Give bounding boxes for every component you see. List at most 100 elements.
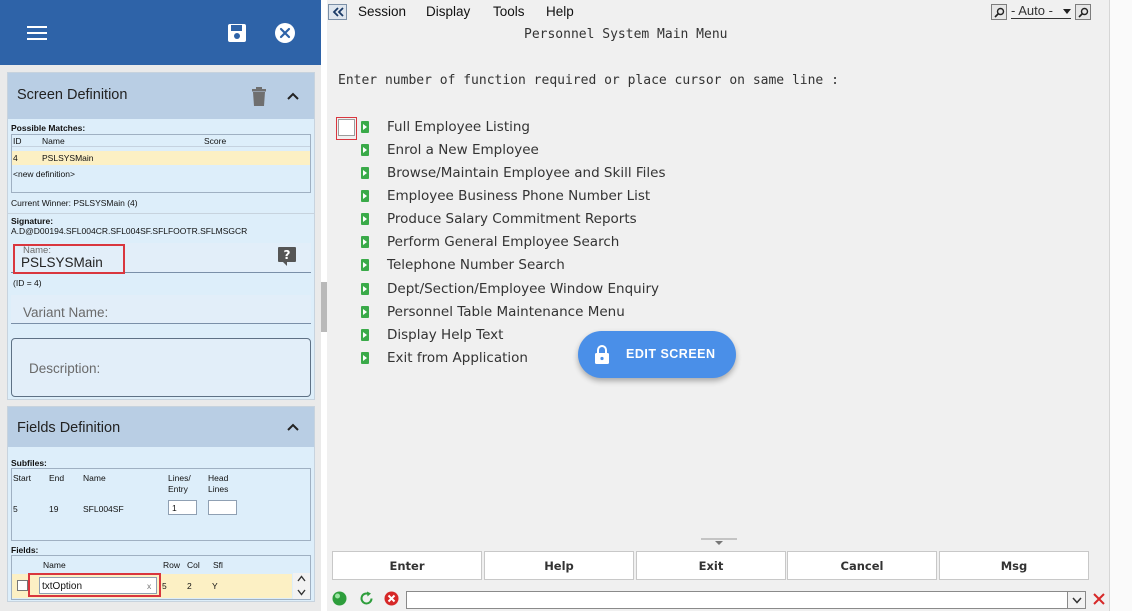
- variant-name-field[interactable]: Variant Name:: [11, 295, 311, 324]
- possible-matches-grid: ID Name Score 4 PSLSYSMain <new definiti…: [11, 134, 311, 193]
- new-definition-row[interactable]: <new definition>: [13, 169, 75, 179]
- description-field[interactable]: Description:: [11, 338, 311, 397]
- col-score: Score: [204, 136, 227, 146]
- zoom-out-icon[interactable]: [991, 4, 1007, 20]
- field-row-checkbox[interactable]: [17, 580, 28, 591]
- head-lines-input[interactable]: [208, 500, 237, 515]
- zoom-select[interactable]: - Auto -: [1011, 3, 1071, 19]
- signature-value: A.D@D00194.SFL004CR.SFL004SF.SFLFOOTR.SF…: [11, 226, 248, 236]
- col-lines-1: Lines/: [168, 473, 191, 483]
- zoom-in-icon[interactable]: [1075, 4, 1091, 20]
- chevron-up-icon[interactable]: [285, 419, 301, 435]
- fields-definition-card: Fields Definition Subfiles: Start End Na…: [7, 406, 315, 602]
- arrow-right-icon: [361, 190, 369, 202]
- screen-definition-card: Screen Definition Possible Matches: ID N…: [7, 72, 315, 400]
- help-key-button[interactable]: Help: [484, 551, 634, 580]
- chevron-up-icon[interactable]: [285, 88, 301, 104]
- subfile-end: 19: [49, 504, 59, 514]
- exit-key-button[interactable]: Exit: [636, 551, 786, 580]
- field-name-highlight-outline: [28, 573, 161, 597]
- subfile-start: 5: [13, 504, 18, 514]
- cancel-key-button[interactable]: Cancel: [787, 551, 937, 580]
- arrow-right-icon: [361, 306, 369, 318]
- fields-definition-title: Fields Definition: [17, 420, 121, 436]
- menu-option-label: Dept/Section/Employee Window Enquiry: [387, 281, 659, 297]
- match-row[interactable]: 4 PSLSYSMain: [12, 151, 310, 165]
- arrow-right-icon: [361, 236, 369, 248]
- command-dropdown-button[interactable]: [1067, 592, 1085, 608]
- menu-option-label: Browse/Maintain Employee and Skill Files: [387, 165, 666, 181]
- right-scroll-strip: [1109, 0, 1132, 611]
- fields-label: Fields:: [11, 545, 39, 555]
- edit-screen-label: EDIT SCREEN: [626, 347, 716, 361]
- menu-tools[interactable]: Tools: [493, 4, 525, 19]
- scroll-down-icon[interactable]: [297, 589, 306, 596]
- collapse-panel-button[interactable]: [328, 4, 347, 20]
- menu-option-label: Produce Salary Commitment Reports: [387, 211, 637, 227]
- help-question-icon[interactable]: ?: [277, 246, 297, 266]
- fields-col-row: Row: [163, 560, 181, 570]
- menu-option-label: Enrol a New Employee: [387, 142, 539, 158]
- msg-key-button[interactable]: Msg: [939, 551, 1089, 580]
- col-head-2: Lines: [208, 484, 229, 494]
- col-name: Name: [83, 473, 106, 483]
- screen-definition-title: Screen Definition: [17, 87, 128, 103]
- clear-red-x-icon[interactable]: [1092, 592, 1106, 606]
- fields-definition-header[interactable]: Fields Definition: [8, 407, 314, 447]
- chevron-down-icon: [1072, 597, 1082, 604]
- menu-option-label: Employee Business Phone Number List: [387, 188, 651, 204]
- fields-scrollbar[interactable]: [293, 573, 310, 599]
- match-id: 4: [13, 153, 18, 163]
- menu-display[interactable]: Display: [426, 4, 470, 19]
- lines-per-entry-input[interactable]: 1: [168, 500, 197, 515]
- caret-down-icon: [1063, 9, 1071, 14]
- fields-col-sfl: Sfl: [213, 560, 223, 570]
- field-row-value: 5: [162, 581, 167, 591]
- enter-key-button[interactable]: Enter: [332, 551, 482, 580]
- possible-matches-label: Possible Matches:: [11, 123, 86, 133]
- designer-toolbar: [0, 0, 321, 65]
- close-circle-icon[interactable]: [274, 22, 296, 44]
- col-head-1: Head: [208, 473, 229, 483]
- menu-help[interactable]: Help: [546, 4, 574, 19]
- command-input[interactable]: [406, 591, 1086, 609]
- arrow-right-icon: [361, 167, 369, 179]
- id-note: (ID = 4): [13, 278, 42, 288]
- trash-icon[interactable]: [250, 87, 268, 107]
- save-icon[interactable]: [226, 22, 248, 44]
- arrow-right-icon: [361, 283, 369, 295]
- subfiles-label: Subfiles:: [11, 458, 47, 468]
- option-input-highlight-outline: [336, 117, 357, 140]
- edit-screen-button[interactable]: EDIT SCREEN: [578, 331, 736, 378]
- arrow-right-icon: [361, 144, 369, 156]
- lock-icon: [595, 345, 609, 364]
- col-name: Name: [42, 136, 65, 146]
- double-chevron-left-icon: [332, 7, 344, 17]
- connection-status-icon[interactable]: [332, 591, 347, 606]
- menu-option-label: Full Employee Listing: [387, 119, 531, 135]
- col-id: ID: [13, 136, 22, 146]
- arrow-right-icon: [361, 329, 369, 341]
- match-name: PSLSYSMain: [42, 153, 94, 163]
- grid-header: ID Name Score: [12, 135, 310, 147]
- arrow-right-icon: [361, 352, 369, 364]
- menu-option-label: Perform General Employee Search: [387, 234, 620, 250]
- screen-definition-header[interactable]: Screen Definition: [8, 73, 314, 119]
- menu-session[interactable]: Session: [358, 4, 406, 19]
- expand-handle-icon[interactable]: [701, 538, 737, 546]
- lines-per-entry-value: 1: [172, 503, 177, 513]
- field-sfl-value: Y: [212, 581, 218, 591]
- scroll-up-icon[interactable]: [297, 575, 306, 582]
- description-label: Description:: [29, 361, 101, 376]
- name-highlight-outline: [13, 244, 125, 274]
- menu-option-label: Personnel Table Maintenance Menu: [387, 304, 625, 320]
- hamburger-menu-icon[interactable]: [27, 26, 47, 40]
- disconnect-icon[interactable]: [384, 591, 399, 606]
- refresh-icon[interactable]: [359, 591, 374, 606]
- fields-col-col: Col: [187, 560, 200, 570]
- field-col-value: 2: [187, 581, 192, 591]
- subfiles-grid: Start End Name Lines/ Entry Head Lines 5…: [11, 468, 311, 541]
- variant-name-label: Variant Name:: [23, 305, 109, 320]
- menu-option-label: Exit from Application: [387, 350, 528, 366]
- emulator-main: Session Display Tools Help - Auto - Pers…: [327, 0, 1109, 611]
